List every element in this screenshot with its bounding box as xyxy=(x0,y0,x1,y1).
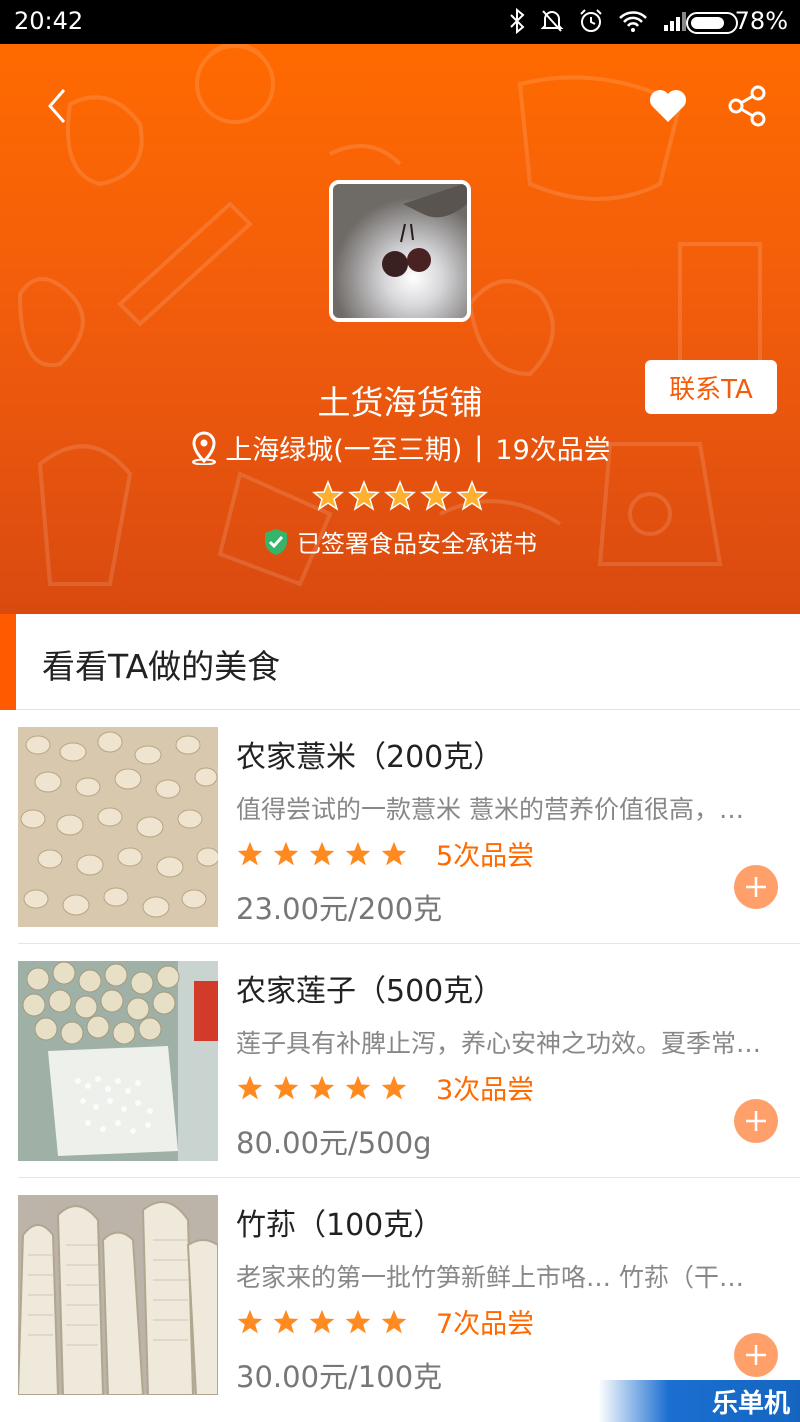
product-thumbnail[interactable] xyxy=(18,1195,218,1395)
product-name[interactable]: 竹荪（100克） xyxy=(236,1200,443,1244)
add-to-cart-button[interactable] xyxy=(734,1333,778,1377)
star-icon xyxy=(381,841,407,865)
add-to-cart-button[interactable] xyxy=(734,865,778,909)
star-icon xyxy=(273,841,299,865)
star-icon xyxy=(384,480,416,511)
shop-avatar xyxy=(329,180,471,322)
star-icon xyxy=(237,1075,263,1099)
product-thumbnail[interactable] xyxy=(18,961,218,1161)
wifi-icon xyxy=(619,11,647,32)
star-icon xyxy=(420,480,452,511)
product-rating: 7次品尝 xyxy=(236,1302,534,1341)
safety-text: 已签署食品安全承诺书 xyxy=(297,530,537,558)
location-pin-icon xyxy=(192,430,217,465)
section-accent-bar xyxy=(0,614,16,710)
lotus-seeds-image xyxy=(18,961,218,1161)
star-icon xyxy=(381,1075,407,1099)
star-icon xyxy=(312,480,344,511)
favorite-button[interactable] xyxy=(646,84,690,128)
alarm-icon xyxy=(580,9,602,32)
location-text: 上海绿城(一至三期) xyxy=(225,435,463,466)
product-rating: 5次品尝 xyxy=(236,834,534,873)
star-icon xyxy=(273,1309,299,1333)
bluetooth-icon xyxy=(510,8,525,34)
separator: | xyxy=(474,432,484,463)
list-item[interactable]: 竹荪（100克） 老家来的第一批竹笋新鲜上市咯… 竹荪（干… 7次品尝 30.0… xyxy=(0,1178,800,1412)
section-title: 看看TA做的美食 xyxy=(42,647,281,686)
product-name[interactable]: 农家薏米（200克） xyxy=(236,732,503,776)
product-tastes: 5次品尝 xyxy=(436,841,535,872)
heart-icon xyxy=(650,90,686,122)
location-row: 上海绿城(一至三期) | 19次品尝 xyxy=(0,428,800,467)
product-name[interactable]: 农家莲子（500克） xyxy=(236,966,503,1010)
battery-icon xyxy=(686,12,738,34)
star-icon xyxy=(237,1309,263,1333)
plus-icon xyxy=(746,877,766,897)
product-description: 值得尝试的一款薏米 薏米的营养价值很高，… xyxy=(236,795,744,824)
share-icon xyxy=(728,85,766,127)
star-icon xyxy=(456,480,488,511)
shop-rating xyxy=(0,480,800,512)
product-description: 莲子具有补脾止泻，养心安神之功效。夏季常… xyxy=(236,1029,762,1058)
bell-off-icon xyxy=(540,10,564,32)
job-tears-image xyxy=(18,727,218,927)
product-rating: 3次品尝 xyxy=(236,1068,534,1107)
shield-check-icon xyxy=(265,528,287,555)
star-icon xyxy=(381,1309,407,1333)
product-tastes: 3次品尝 xyxy=(436,1075,535,1106)
shop-tastes: 19次品尝 xyxy=(495,435,611,466)
product-price: 30.00元/100克 xyxy=(236,1360,443,1394)
chevron-left-icon xyxy=(48,89,66,123)
star-icon xyxy=(348,480,380,511)
safety-pledge: 已签署食品安全承诺书 xyxy=(0,524,800,559)
star-icon xyxy=(273,1075,299,1099)
star-icon xyxy=(345,841,371,865)
bamboo-fungus-image xyxy=(18,1195,218,1395)
add-to-cart-button[interactable] xyxy=(734,1099,778,1143)
share-button[interactable] xyxy=(726,84,770,128)
product-tastes: 7次品尝 xyxy=(436,1309,535,1340)
back-button[interactable] xyxy=(36,84,80,128)
product-thumbnail[interactable] xyxy=(18,727,218,927)
plus-icon xyxy=(746,1345,766,1365)
list-item[interactable]: 农家莲子（500克） 莲子具有补脾止泻，养心安神之功效。夏季常… 3次品尝 80… xyxy=(0,944,800,1178)
plus-icon xyxy=(746,1111,766,1131)
product-description: 老家来的第一批竹笋新鲜上市咯… 竹荪（干… xyxy=(236,1263,744,1292)
star-icon xyxy=(309,1075,335,1099)
star-icon xyxy=(345,1075,371,1099)
product-price: 23.00元/200克 xyxy=(236,892,443,926)
status-icons xyxy=(508,8,690,34)
star-icon xyxy=(237,841,263,865)
section-header: 看看TA做的美食 xyxy=(0,614,800,710)
shop-name: 土货海货铺 xyxy=(317,383,483,422)
watermark: 乐单机 xyxy=(598,1380,800,1422)
avatar-image xyxy=(333,184,467,318)
star-icon xyxy=(345,1309,371,1333)
battery-percent: 78% xyxy=(734,7,788,35)
shop-header: 联系TA 土货海货铺 上海绿城(一至三期) | 19次品尝 已签署食品安全承诺书 xyxy=(0,44,800,614)
list-item[interactable]: 农家薏米（200克） 值得尝试的一款薏米 薏米的营养价值很高，… 5次品尝 23… xyxy=(0,710,800,944)
status-bar: 20:42 78% xyxy=(0,0,800,44)
status-time: 20:42 xyxy=(14,7,84,35)
star-icon xyxy=(309,1309,335,1333)
star-icon xyxy=(309,841,335,865)
product-price: 80.00元/500g xyxy=(236,1126,432,1160)
